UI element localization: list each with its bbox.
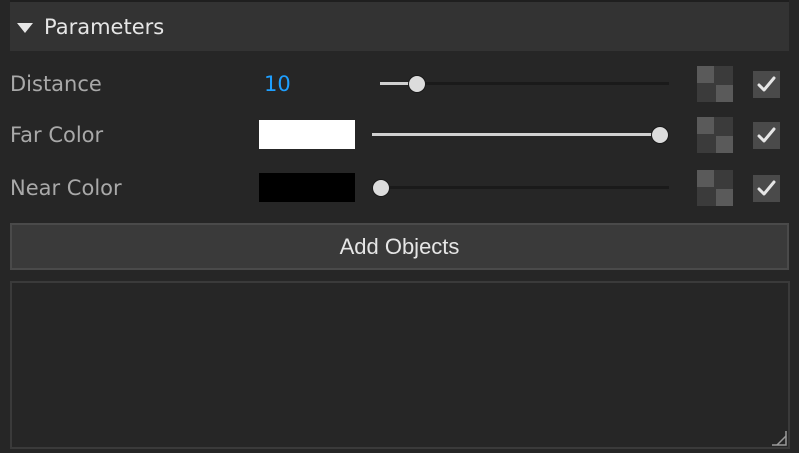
param-row-distance: Distance 10 [0,64,799,104]
param-row-far-color: Far Color [0,115,799,155]
objects-list[interactable] [10,281,790,449]
checkmark-icon [757,76,776,92]
param-label: Distance [10,72,102,96]
slider-fill [372,133,660,136]
near-color-slider[interactable] [372,168,669,208]
parameters-section-header[interactable]: Parameters [10,2,789,51]
override-checkbox-near-color[interactable] [753,175,780,202]
slider-knob[interactable] [372,179,390,197]
checker-icon[interactable] [697,66,733,102]
resize-grip-icon[interactable] [771,430,787,446]
add-objects-button[interactable]: Add Objects [10,223,789,270]
distance-value-field[interactable]: 10 [264,64,291,104]
checker-icon[interactable] [697,117,733,153]
override-checkbox-far-color[interactable] [753,122,780,149]
far-color-swatch[interactable] [259,120,355,149]
checker-icon[interactable] [697,170,733,206]
triangle-down-icon[interactable] [17,22,33,33]
parameters-panel: Parameters Distance 10 Far Color Near Co… [0,0,799,453]
checkmark-icon [757,180,776,196]
far-color-slider[interactable] [372,115,669,155]
slider-knob[interactable] [407,75,426,93]
slider-knob[interactable] [651,126,669,144]
param-label: Near Color [10,176,122,200]
checkmark-icon [757,127,776,143]
param-row-near-color: Near Color [0,168,799,208]
near-color-swatch[interactable] [259,173,355,202]
section-title: Parameters [44,14,165,39]
slider-track [381,186,669,189]
distance-slider[interactable] [380,64,669,104]
param-label: Far Color [10,123,104,147]
override-checkbox-distance[interactable] [753,71,780,98]
